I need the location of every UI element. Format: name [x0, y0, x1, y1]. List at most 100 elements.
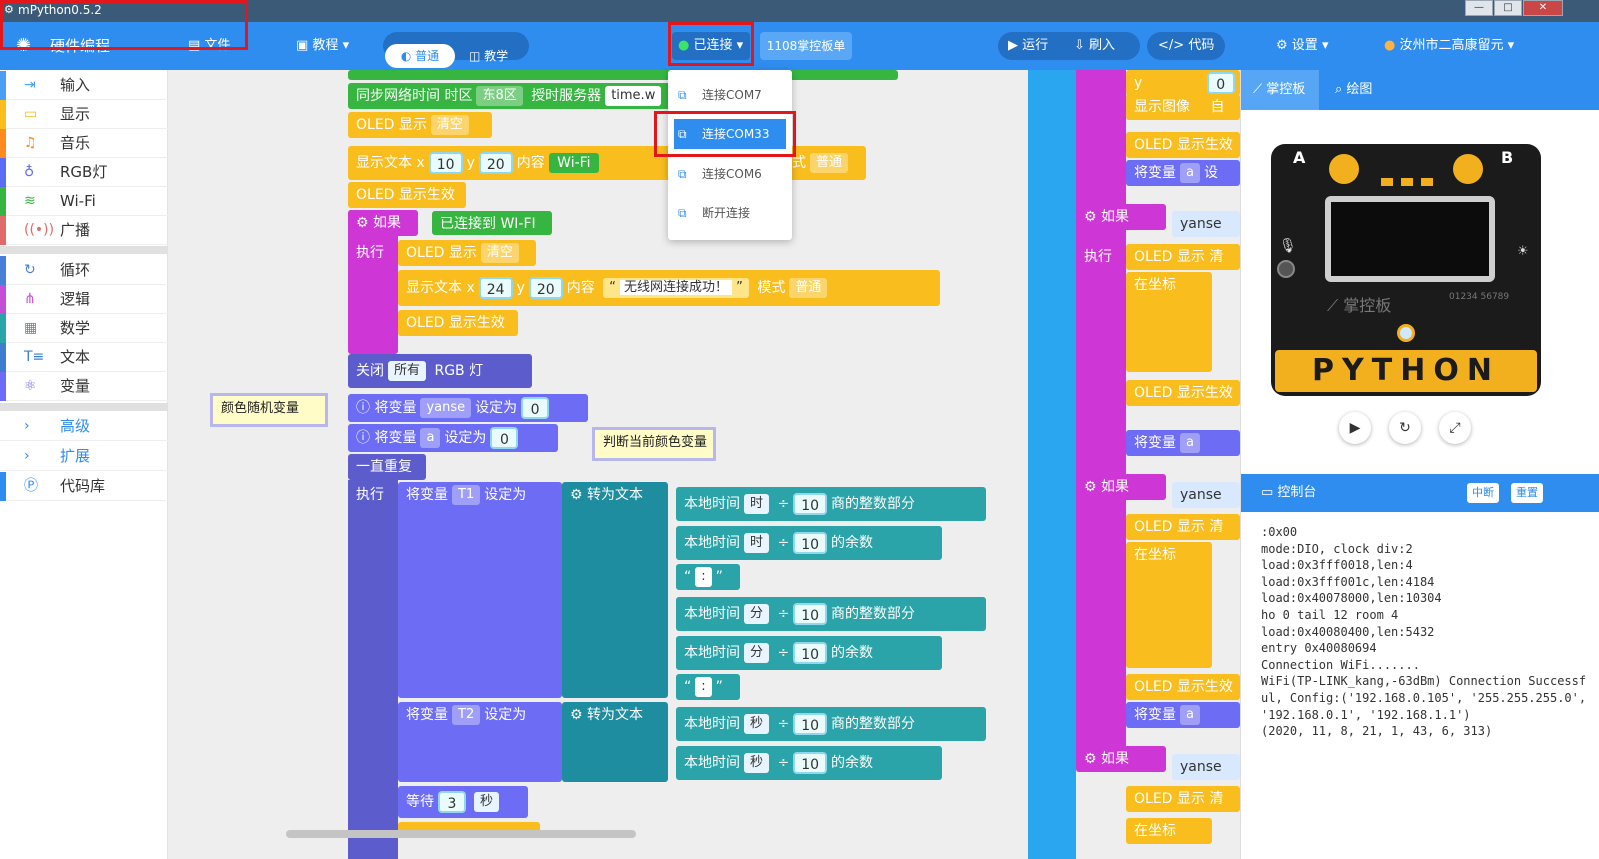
board-select-button[interactable]: 1108掌控板单 [760, 32, 852, 60]
horizontal-scrollbar[interactable] [286, 830, 636, 838]
rgb-off-block[interactable]: 关闭 所有 RGB 灯 [348, 354, 532, 388]
board-simulator[interactable]: A B 🎙 ☀ ⟋ 掌控板 01234 56789 PYTHON [1271, 144, 1541, 396]
normal-mode-button[interactable]: ◐ 普通 [385, 44, 455, 68]
sidebar-item-library[interactable]: Ⓟ 代码库 [0, 472, 168, 501]
second-dropdown[interactable]: 秒 [744, 714, 770, 734]
tab-draw[interactable]: ⌕ 绘图 [1323, 70, 1372, 110]
maximize-icon[interactable]: □ [1494, 0, 1522, 16]
button-b[interactable] [1453, 154, 1483, 184]
close-icon[interactable]: ✕ [1523, 0, 1563, 16]
mode-dropdown[interactable]: 普通 [789, 278, 828, 298]
y-input[interactable]: 20 [478, 152, 513, 174]
button-a[interactable] [1329, 154, 1359, 184]
oled-clear-block-2[interactable]: OLED 显示 清空 [398, 240, 536, 266]
user-menu[interactable]: ● 汝州市二高康留元 ▾ [1384, 22, 1514, 70]
minute-dropdown[interactable]: 分 [744, 604, 770, 624]
second-remainder-block[interactable]: 本地时间秒 ÷ 10 的余数 [676, 746, 942, 780]
t1-dropdown[interactable]: T1 [452, 485, 481, 505]
value-input[interactable]: 0 [521, 397, 550, 419]
block-workspace[interactable]: 同步网络时间 时区 东8区 授时服务器 time.w OLED 显示 清空 显示文本 … [168, 70, 1028, 859]
yanse-var-1[interactable]: yanse [1172, 211, 1240, 237]
oled-commit-right-2[interactable]: OLED 显示生效 [1126, 380, 1240, 406]
sidebar-item-broadcast[interactable]: ((•)) 广播 [0, 216, 168, 245]
block-workspace-right[interactable]: y 0 显示图像 自 OLED 显示生效 将变量 a 设 ⚙ 如果 yanse 执行… [1076, 70, 1240, 859]
divisor-input[interactable]: 10 [793, 752, 828, 774]
code-label[interactable]: </> 代码 [1158, 22, 1214, 70]
flash-button[interactable]: ⇩ 刷入 [1074, 22, 1115, 70]
oled-clear-block[interactable]: OLED 显示 清空 [348, 112, 492, 138]
value-input[interactable]: 0 [490, 427, 519, 449]
interrupt-button[interactable]: 中断 [1467, 483, 1499, 503]
set-a-right[interactable]: 将变量 a 设 [1126, 160, 1240, 186]
minute-dropdown[interactable]: 分 [744, 643, 770, 663]
if-right-1[interactable]: ⚙ 如果 [1076, 204, 1166, 230]
minute-quotient-block[interactable]: 本地时间分 ÷ 10 商的整数部分 [676, 597, 986, 631]
if-block[interactable]: ⚙ 如果 [348, 210, 418, 236]
mode-dropdown[interactable]: 普通 [810, 153, 849, 173]
hour-quotient-block[interactable]: 本地时间时 ÷ 10 商的整数部分 [676, 487, 986, 521]
divisor-input[interactable]: 10 [793, 603, 828, 625]
if-right-3[interactable]: ⚙ 如果 [1076, 746, 1166, 772]
a-dropdown[interactable]: a [1180, 163, 1200, 183]
set-a-right-2[interactable]: 将变量 a [1126, 430, 1240, 456]
minimize-icon[interactable]: — [1465, 0, 1493, 16]
reset-button[interactable]: 重置 [1511, 483, 1543, 503]
teach-mode-button[interactable]: ◫ 教学 [469, 44, 508, 68]
colon-string-block[interactable]: “:” [676, 564, 740, 590]
sidebar-item-loop[interactable]: ↻ 循环 [0, 256, 168, 285]
clear-dropdown[interactable]: 清空 [480, 243, 519, 263]
yanse-var-3[interactable]: yanse [1172, 754, 1240, 780]
minute-remainder-block[interactable]: 本地时间分 ÷ 10 的余数 [676, 636, 942, 670]
sidebar-item-text[interactable]: T≡ 文本 [0, 343, 168, 372]
coord-block-3[interactable]: 在坐标 [1126, 818, 1212, 844]
if-right-2[interactable]: ⚙ 如果 [1076, 474, 1166, 500]
oled-commit-right[interactable]: OLED 显示生效 [1126, 132, 1240, 158]
sidebar-item-music[interactable]: ♫ 音乐 [0, 129, 168, 158]
text-content-field[interactable]: “ 无线网连接成功！ ” [603, 278, 749, 298]
sync-time-block[interactable]: 同步网络时间 时区 东8区 授时服务器 time.w [348, 83, 698, 109]
oled-commit-right-3[interactable]: OLED 显示生效 [1126, 674, 1240, 700]
sidebar-item-rgb[interactable]: ♁ RGB灯 [0, 158, 168, 187]
coord-block-2[interactable]: 在坐标 [1126, 542, 1212, 668]
wifi-connected-block[interactable]: 已连接到 WI-FI [432, 211, 552, 235]
x-input[interactable]: 10 [428, 152, 463, 174]
tutorial-menu[interactable]: ▣ 教程 ▾ [296, 22, 349, 70]
value-input[interactable]: 0 [1206, 72, 1235, 94]
sidebar-item-display[interactable]: ▭ 显示 [0, 100, 168, 129]
wait-block[interactable]: 等待 3 秒 [398, 786, 528, 818]
colon-field[interactable]: : [695, 567, 712, 587]
oled-clear-right-1[interactable]: OLED 显示 清 [1126, 244, 1240, 270]
connect-com7-item[interactable]: ⧉ 连接COM7 [674, 80, 786, 110]
forever-block[interactable]: 一直重复 [348, 454, 426, 480]
second-quotient-block[interactable]: 本地时间秒 ÷ 10 商的整数部分 [676, 707, 986, 741]
t2-dropdown[interactable]: T2 [452, 705, 481, 725]
run-button[interactable]: ▶ 运行 [1008, 22, 1048, 70]
sidebar-item-logic[interactable]: ⋔ 逻辑 [0, 285, 168, 314]
disconnect-item[interactable]: ⧉ 断开连接 [674, 198, 786, 228]
restart-icon[interactable]: ↻ [1389, 412, 1421, 444]
comment-current-color[interactable]: 判断当前颜色变量 [592, 427, 716, 461]
wait-seconds-input[interactable]: 3 [438, 791, 466, 813]
settings-menu[interactable]: ⚙ 设置 ▾ [1276, 22, 1328, 70]
y-input[interactable]: 20 [528, 277, 563, 299]
sidebar-item-math[interactable]: ▦ 数学 [0, 314, 168, 343]
colon-field[interactable]: : [695, 677, 712, 697]
y-block[interactable]: y 0 [1126, 70, 1240, 96]
sidebar-item-variable[interactable]: ⚛ 变量 [0, 372, 168, 401]
timezone-dropdown[interactable]: 东8区 [476, 86, 523, 106]
yanse-dropdown[interactable]: yanse [420, 398, 472, 418]
set-t1-block[interactable]: 将变量 T1 设定为 [398, 482, 562, 698]
to-text-block-1[interactable]: ⚙ 转为文本 [562, 482, 668, 698]
tab-board[interactable]: ⟋ 掌控板 [1241, 70, 1319, 110]
divisor-input[interactable]: 10 [793, 493, 828, 515]
divisor-input[interactable]: 10 [793, 642, 828, 664]
show-image-block[interactable]: 显示图像 自 [1126, 94, 1240, 120]
oled-commit-block-1[interactable]: OLED 显示生效 [348, 182, 466, 208]
set-yanse-block[interactable]: ⓘ 将变量 yanse 设定为 0 [348, 394, 588, 422]
sidebar-item-input[interactable]: ⇥ 输入 [0, 71, 168, 100]
all-dropdown[interactable]: 所有 [388, 361, 427, 381]
set-t2-block[interactable]: 将变量 T2 设定为 [398, 702, 562, 782]
oled-commit-block-2[interactable]: OLED 显示生效 [398, 310, 518, 336]
unit-dropdown[interactable]: 秒 [474, 792, 500, 812]
set-a-block[interactable]: ⓘ 将变量 a 设定为 0 [348, 424, 558, 452]
